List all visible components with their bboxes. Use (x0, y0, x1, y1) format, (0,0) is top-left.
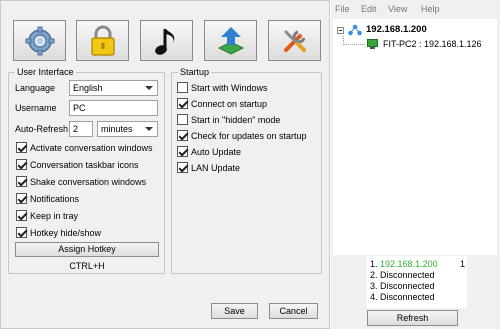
checkbox-box[interactable] (177, 146, 188, 157)
user-interface-group: User Interface Language English Username… (8, 67, 165, 274)
checkbox-label: Conversation taskbar icons (30, 159, 139, 170)
menu-edit[interactable]: Edit (361, 4, 377, 14)
checkbox-label: Shake conversation windows (30, 176, 147, 187)
list-text: Disconnected (380, 281, 435, 291)
auto-refresh-value: 2 (73, 124, 79, 134)
list-index: 4. (370, 292, 378, 302)
checkbox-box[interactable] (16, 193, 27, 204)
checkbox-box[interactable] (177, 82, 188, 93)
collapse-toggle[interactable] (337, 27, 344, 34)
checkbox-box[interactable] (16, 159, 27, 170)
general-settings-tab[interactable] (13, 20, 66, 61)
list-text: 192.168.1.200 (380, 259, 438, 269)
security-settings-tab[interactable] (76, 20, 129, 61)
chevron-down-icon (145, 86, 153, 90)
network-tree: 192.168.1.200 FIT-PC2 : 192.168.1.126 (333, 19, 497, 255)
startup-title: Startup (178, 67, 212, 78)
tools-settings-tab[interactable] (268, 20, 321, 61)
music-note-icon (154, 28, 174, 55)
keep-in-tray-checkbox[interactable]: Keep in tray (16, 209, 78, 222)
checkbox-label: Start in "hidden" mode (191, 114, 281, 125)
language-label: Language (15, 83, 56, 93)
menu-bar: File Edit View Help (331, 0, 500, 18)
hotkey-hide-show-checkbox[interactable]: Hotkey hide/show (16, 226, 101, 239)
startup-group: Startup Start with Windows Connect on st… (171, 67, 322, 274)
checkbox-box[interactable] (16, 210, 27, 221)
connection-list: 1. 192.168.1.200 2. Disconnected 3. Disc… (367, 256, 467, 308)
activate-conversation-checkbox[interactable]: Activate conversation windows (16, 141, 153, 154)
checkbox-box[interactable] (177, 162, 188, 173)
list-text: Disconnected (380, 270, 435, 280)
list-item[interactable]: 3. Disconnected (370, 281, 438, 292)
computer-icon (367, 39, 378, 49)
list-index: 2. (370, 270, 378, 280)
chevron-down-icon (145, 127, 153, 131)
tree-child-item[interactable]: FIT-PC2 : 192.168.1.126 (383, 39, 482, 49)
tree-connector (343, 44, 365, 45)
checkbox-label: Notifications (30, 193, 80, 204)
checkbox-box[interactable] (16, 227, 27, 238)
checkbox-box[interactable] (177, 114, 188, 125)
language-value: English (73, 83, 103, 93)
padlock-icon (90, 25, 115, 56)
checkbox-label: Activate conversation windows (30, 142, 153, 153)
checkbox-box[interactable] (177, 130, 188, 141)
menu-file[interactable]: File (335, 4, 350, 14)
check-updates-checkbox[interactable]: Check for updates on startup (177, 129, 307, 142)
checkbox-box[interactable] (16, 142, 27, 153)
checkbox-label: Connect on startup (191, 98, 268, 109)
refresh-button[interactable]: Refresh (367, 310, 458, 326)
auto-update-checkbox[interactable]: Auto Update (177, 145, 241, 158)
menu-help[interactable]: Help (421, 4, 440, 14)
start-with-windows-checkbox[interactable]: Start with Windows (177, 81, 268, 94)
taskbar-icons-checkbox[interactable]: Conversation taskbar icons (16, 158, 139, 171)
auto-refresh-unit-value: minutes (101, 124, 133, 134)
hotkey-value: CTRL+H (69, 261, 105, 271)
sound-settings-tab[interactable] (140, 20, 193, 61)
connect-on-startup-checkbox[interactable]: Connect on startup (177, 97, 267, 110)
settings-window: User Interface Language English Username… (0, 0, 330, 329)
menu-view[interactable]: View (388, 4, 407, 14)
update-settings-tab[interactable] (204, 20, 257, 61)
auto-refresh-field[interactable]: 2 (69, 121, 93, 137)
checkbox-box[interactable] (16, 176, 27, 187)
checkbox-label: Keep in tray (30, 210, 79, 221)
language-select[interactable]: English (69, 80, 158, 96)
list-item[interactable]: 4. Disconnected (370, 292, 438, 303)
checkbox-label: Hotkey hide/show (30, 227, 102, 238)
assign-hotkey-button[interactable]: Assign Hotkey (15, 242, 159, 257)
list-item[interactable]: 1. 192.168.1.200 (370, 259, 438, 270)
notifications-checkbox[interactable]: Notifications (16, 192, 79, 205)
tools-icon (283, 30, 306, 52)
checkbox-label: Auto Update (191, 146, 242, 157)
lan-update-checkbox[interactable]: LAN Update (177, 161, 240, 174)
list-index: 3. (370, 281, 378, 291)
list-item[interactable]: 2. Disconnected (370, 270, 438, 281)
list-text: Disconnected (380, 292, 435, 302)
auto-refresh-label: Auto-Refresh (15, 124, 69, 134)
username-field[interactable]: PC (69, 100, 158, 116)
checkbox-label: Start with Windows (191, 82, 268, 93)
update-arrow-icon (217, 26, 244, 55)
list-index: 1. (370, 259, 378, 269)
username-value: PC (73, 103, 86, 113)
start-hidden-checkbox[interactable]: Start in "hidden" mode (177, 113, 280, 126)
username-label: Username (15, 103, 57, 113)
gear-icon (25, 26, 54, 55)
network-icon (348, 24, 362, 36)
network-window: File Edit View Help 192.168.1.200 FIT-PC… (331, 0, 500, 329)
cancel-button[interactable]: Cancel (269, 303, 318, 319)
tree-root-item[interactable]: 192.168.1.200 (366, 24, 427, 35)
connection-count: 1 (460, 259, 466, 269)
checkbox-label: LAN Update (191, 162, 241, 173)
checkbox-label: Check for updates on startup (191, 130, 307, 141)
shake-windows-checkbox[interactable]: Shake conversation windows (16, 175, 146, 188)
save-button[interactable]: Save (211, 303, 258, 319)
checkbox-box[interactable] (177, 98, 188, 109)
auto-refresh-unit-select[interactable]: minutes (97, 121, 158, 137)
user-interface-title: User Interface (15, 67, 76, 78)
